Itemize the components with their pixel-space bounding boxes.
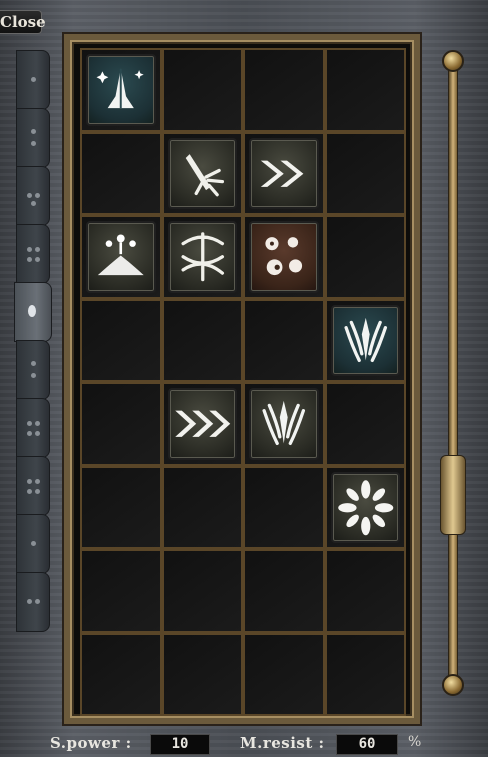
skill-slot[interactable] (324, 465, 406, 549)
tab-pip (35, 193, 40, 198)
tab-pip (35, 599, 40, 604)
eruption-icon[interactable] (86, 221, 156, 293)
tab-pip (28, 305, 36, 317)
tab-pip (31, 541, 36, 546)
skill-slot[interactable] (243, 298, 325, 382)
skill-slot[interactable] (324, 131, 406, 215)
tab-pip (27, 247, 32, 252)
skill-slot[interactable] (80, 549, 162, 633)
skill-slot[interactable] (80, 215, 162, 299)
skill-grid-frame (64, 34, 420, 724)
tab-pip (31, 129, 36, 134)
skill-slot[interactable] (80, 298, 162, 382)
tab-pip (35, 421, 40, 426)
tab-pip (27, 257, 32, 262)
tangle-icon[interactable] (167, 221, 237, 293)
mresist-unit: % (408, 734, 422, 750)
tab-pip (27, 193, 32, 198)
tab-pip (31, 77, 36, 82)
skill-slot[interactable] (243, 131, 325, 215)
skill-slot[interactable] (161, 131, 243, 215)
skill-slot[interactable] (243, 465, 325, 549)
skill-slot[interactable] (161, 48, 243, 132)
boulders-icon[interactable] (249, 221, 319, 293)
skill-slot[interactable] (161, 549, 243, 633)
tab-pip (27, 489, 32, 494)
sidebar-tab-4[interactable] (16, 224, 50, 284)
skill-slot[interactable] (161, 632, 243, 716)
skill-slot[interactable] (324, 298, 406, 382)
crest-icon[interactable] (330, 304, 400, 376)
tab-pip (31, 141, 36, 146)
skill-slot[interactable] (161, 465, 243, 549)
skill-slot[interactable] (324, 215, 406, 299)
skill-slot[interactable] (161, 298, 243, 382)
skill-slot[interactable] (243, 48, 325, 132)
sidebar-tab-10[interactable] (16, 572, 50, 632)
sidebar-tab-1[interactable] (16, 50, 50, 110)
sidebar-tab-7[interactable] (16, 398, 50, 458)
sidebar-tab-2[interactable] (16, 108, 50, 168)
tab-pip (31, 373, 36, 378)
double-chevron-icon[interactable] (249, 137, 319, 209)
spower-value: 10 (150, 734, 210, 755)
skill-slot[interactable] (80, 382, 162, 466)
slider-handle[interactable] (440, 455, 466, 535)
slider-rail (449, 66, 457, 686)
skill-slot[interactable] (324, 382, 406, 466)
tab-pip (31, 201, 36, 206)
skill-slot[interactable] (243, 215, 325, 299)
skill-slot[interactable] (80, 48, 162, 132)
skill-slot[interactable] (80, 465, 162, 549)
skill-tab-strip (14, 50, 52, 638)
skill-slot[interactable] (243, 549, 325, 633)
tab-pip (27, 431, 32, 436)
triple-chevron-icon[interactable] (167, 388, 237, 460)
slider-top-knob[interactable] (442, 50, 464, 72)
skill-slot[interactable] (324, 48, 406, 132)
spear-burst-icon[interactable] (167, 137, 237, 209)
tab-pip (27, 599, 32, 604)
skill-slot[interactable] (324, 549, 406, 633)
mresist-label: M.resist : (240, 734, 325, 752)
skill-slot[interactable] (324, 632, 406, 716)
scroll-slider[interactable] (438, 50, 468, 700)
mresist-value: 60 (336, 734, 398, 755)
sidebar-tab-6[interactable] (16, 340, 50, 400)
sidebar-tab-3[interactable] (16, 166, 50, 226)
sidebar-tab-8[interactable] (16, 456, 50, 516)
sidebar-tab-9[interactable] (16, 514, 50, 574)
tab-pip (35, 489, 40, 494)
skill-slot[interactable] (80, 131, 162, 215)
tab-pip (31, 361, 36, 366)
tab-pip (27, 421, 32, 426)
skill-slot[interactable] (161, 215, 243, 299)
spower-label: S.power : (50, 734, 132, 752)
slider-bottom-knob[interactable] (442, 674, 464, 696)
tab-pip (35, 431, 40, 436)
praying-hands-icon[interactable] (86, 54, 156, 126)
close-button[interactable]: Close (0, 10, 46, 34)
skill-slot[interactable] (80, 632, 162, 716)
petal-burst-icon[interactable] (330, 471, 400, 543)
tab-pip (35, 247, 40, 252)
tab-pip (35, 257, 40, 262)
skill-slot[interactable] (161, 382, 243, 466)
tab-pip (27, 479, 32, 484)
skill-grid (80, 48, 406, 716)
skill-slot[interactable] (243, 632, 325, 716)
sidebar-tab-5[interactable] (14, 282, 52, 342)
stats-bar: S.power : 10 M.resist : 60 % (40, 730, 480, 757)
tab-pip (35, 479, 40, 484)
crest-icon[interactable] (249, 388, 319, 460)
skill-slot[interactable] (243, 382, 325, 466)
